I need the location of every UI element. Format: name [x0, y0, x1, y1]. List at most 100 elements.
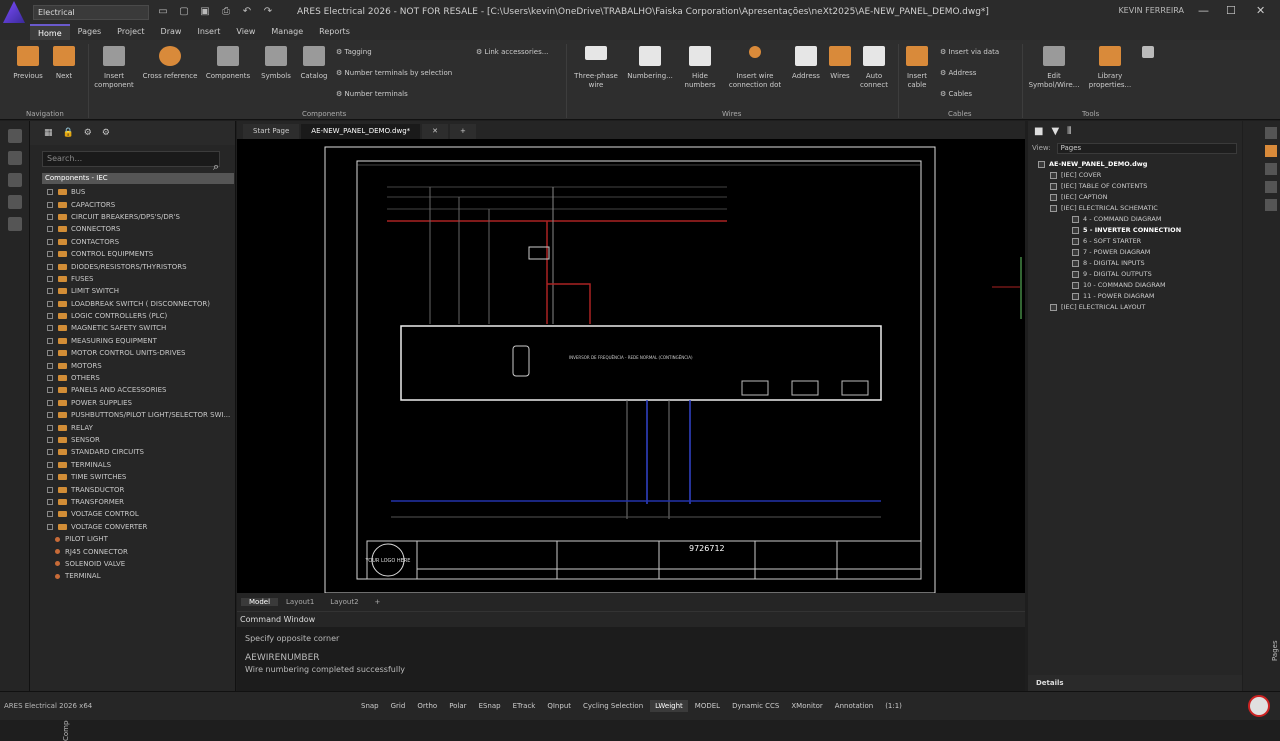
- tree-folder[interactable]: MOTORS: [30, 359, 235, 371]
- link-accessories-button[interactable]: ⚙ Link accessories...: [476, 48, 548, 56]
- address-button[interactable]: Address: [788, 46, 824, 81]
- annotation-scale[interactable]: (1:1): [880, 700, 907, 712]
- tool-icon[interactable]: [1265, 127, 1277, 139]
- tree-folder[interactable]: TIME SWITCHES: [30, 471, 235, 483]
- expand-icon[interactable]: [47, 486, 53, 493]
- insert-cable-button[interactable]: Insert cable: [902, 46, 932, 90]
- numbering-button[interactable]: Numbering...: [624, 46, 676, 81]
- page-tree-item[interactable]: 10 - COMMAND DIAGRAM: [1028, 280, 1242, 291]
- gear-icon[interactable]: ⚙: [102, 128, 110, 138]
- lock-icon[interactable]: 🔒: [63, 128, 74, 138]
- page-tree-item[interactable]: [IEC] ELECTRICAL LAYOUT: [1028, 302, 1242, 313]
- settings-icon[interactable]: ⚙: [84, 128, 92, 138]
- expand-icon[interactable]: [47, 437, 53, 443]
- new-file-icon[interactable]: ▭: [156, 5, 170, 19]
- columns-icon[interactable]: ⫴: [1067, 126, 1071, 137]
- user-name[interactable]: KEVIN FERREIRA: [1118, 6, 1184, 15]
- expand-icon[interactable]: [47, 449, 53, 456]
- maximize-icon[interactable]: ☐: [1226, 4, 1236, 17]
- expand-icon[interactable]: [47, 511, 53, 518]
- status-toggle-etrack[interactable]: ETrack: [508, 700, 541, 712]
- expand-icon[interactable]: [47, 213, 53, 220]
- expand-icon[interactable]: [47, 387, 53, 394]
- minimize-icon[interactable]: —: [1198, 4, 1209, 17]
- tree-folder[interactable]: LOADBREAK SWITCH ( DISCONNECTOR): [30, 298, 235, 310]
- cross-reference-button[interactable]: Cross reference: [140, 46, 200, 81]
- expand-icon[interactable]: [47, 325, 53, 332]
- tool-icon[interactable]: [1265, 181, 1277, 193]
- close-tab-icon[interactable]: ✕: [422, 124, 449, 139]
- tool-icon[interactable]: [1265, 163, 1277, 175]
- tree-item[interactable]: PILOT LIGHT: [30, 533, 235, 545]
- undo-icon[interactable]: ↶: [240, 5, 254, 19]
- tree-folder[interactable]: POWER SUPPLIES: [30, 397, 235, 409]
- page-tree-item[interactable]: 8 - DIGITAL INPUTS: [1028, 258, 1242, 269]
- tab-layout2[interactable]: Layout2: [322, 598, 366, 606]
- tree-folder[interactable]: CIRCUIT BREAKERS/DPS'S/DR'S: [30, 211, 235, 223]
- page-tree-item[interactable]: [IEC] COVER: [1028, 170, 1242, 181]
- expand-icon[interactable]: [47, 226, 53, 233]
- page-tree-item[interactable]: 6 - SOFT STARTER: [1028, 236, 1242, 247]
- app-logo-icon[interactable]: [3, 1, 25, 23]
- pages-icon[interactable]: ■: [1034, 126, 1043, 137]
- tree-folder[interactable]: MEASURING EQUIPMENT: [30, 335, 235, 347]
- number-terminals-by-selection-button[interactable]: ⚙ Number terminals by selection: [336, 69, 452, 77]
- expand-icon[interactable]: [47, 251, 53, 258]
- print-icon[interactable]: ⎙: [219, 5, 233, 19]
- tab-reports[interactable]: Reports: [311, 24, 358, 40]
- tree-folder[interactable]: TERMINALS: [30, 459, 235, 471]
- tool-icon[interactable]: [1265, 199, 1277, 211]
- tree-folder[interactable]: VOLTAGE CONTROL: [30, 508, 235, 520]
- expand-icon[interactable]: [47, 350, 53, 357]
- expand-icon[interactable]: [47, 300, 53, 307]
- tab-drawing[interactable]: AE-NEW_PANEL_DEMO.dwg*: [301, 124, 421, 139]
- insert-wire-connection-dot-button[interactable]: Insert wire connection dot: [724, 46, 786, 90]
- add-layout-icon[interactable]: +: [367, 598, 389, 606]
- tree-item[interactable]: TERMINAL: [30, 570, 235, 582]
- expand-icon[interactable]: [47, 337, 53, 344]
- expand-icon[interactable]: [47, 201, 53, 208]
- tool-icon[interactable]: [7, 151, 22, 165]
- page-tree-item[interactable]: [IEC] ELECTRICAL SCHEMATIC: [1028, 203, 1242, 214]
- components-button[interactable]: Components: [204, 46, 252, 81]
- tree-folder[interactable]: MAGNETIC SAFETY SWITCH: [30, 322, 235, 334]
- tree-folder[interactable]: SENSOR: [30, 434, 235, 446]
- tree-folder[interactable]: LOGIC CONTROLLERS (PLC): [30, 310, 235, 322]
- expand-icon[interactable]: [47, 474, 53, 481]
- expand-icon[interactable]: [47, 498, 53, 505]
- tree-folder[interactable]: PUSHBUTTONS/PILOT LIGHT/SELECTOR SWI...: [30, 409, 235, 421]
- tree-folder[interactable]: VOLTAGE CONVERTER: [30, 521, 235, 533]
- tab-view[interactable]: View: [228, 24, 263, 40]
- tab-model[interactable]: Model: [241, 598, 279, 606]
- tab-draw[interactable]: Draw: [153, 24, 190, 40]
- status-toggle-qinput[interactable]: QInput: [542, 700, 576, 712]
- tool-icon[interactable]: [1265, 145, 1277, 157]
- filter-icon[interactable]: ▼: [1051, 126, 1059, 137]
- number-terminals-button[interactable]: ⚙ Number terminals: [336, 90, 408, 98]
- page-tree-item[interactable]: 9 - DIGITAL OUTPUTS: [1028, 269, 1242, 280]
- tree-folder[interactable]: PANELS AND ACCESSORIES: [30, 384, 235, 396]
- tool-icon[interactable]: [7, 173, 22, 187]
- tree-folder[interactable]: CONTROL EQUIPMENTS: [30, 248, 235, 260]
- drawing-canvas[interactable]: INVERSOR DE FREQUÊNCIA - REDE NORMAL (CO…: [237, 139, 1025, 594]
- close-icon[interactable]: ✕: [1256, 4, 1265, 17]
- tab-manage[interactable]: Manage: [263, 24, 311, 40]
- tab-start-page[interactable]: Start Page: [243, 124, 300, 139]
- three-phase-wire-button[interactable]: Three-phase wire: [570, 46, 622, 90]
- search-icon[interactable]: ⌕: [213, 160, 219, 174]
- open-file-icon[interactable]: ▢: [177, 5, 191, 19]
- expand-icon[interactable]: [47, 523, 53, 530]
- tree-folder[interactable]: CAPACITORS: [30, 198, 235, 210]
- expand-icon[interactable]: [47, 461, 53, 468]
- component-search-input[interactable]: Search...: [42, 151, 220, 167]
- expand-icon[interactable]: [47, 189, 53, 196]
- tree-item[interactable]: RJ45 CONNECTOR: [30, 545, 235, 557]
- send-button[interactable]: [1138, 46, 1158, 64]
- page-tree-item[interactable]: [IEC] CAPTION: [1028, 192, 1242, 203]
- tool-icon[interactable]: [7, 129, 22, 143]
- status-toggle-polar[interactable]: Polar: [444, 700, 471, 712]
- tree-folder[interactable]: TRANSDUCTOR: [30, 483, 235, 495]
- tree-folder[interactable]: RELAY: [30, 421, 235, 433]
- tree-folder[interactable]: STANDARD CIRCUITS: [30, 446, 235, 458]
- workspace-select[interactable]: Electrical: [33, 4, 149, 20]
